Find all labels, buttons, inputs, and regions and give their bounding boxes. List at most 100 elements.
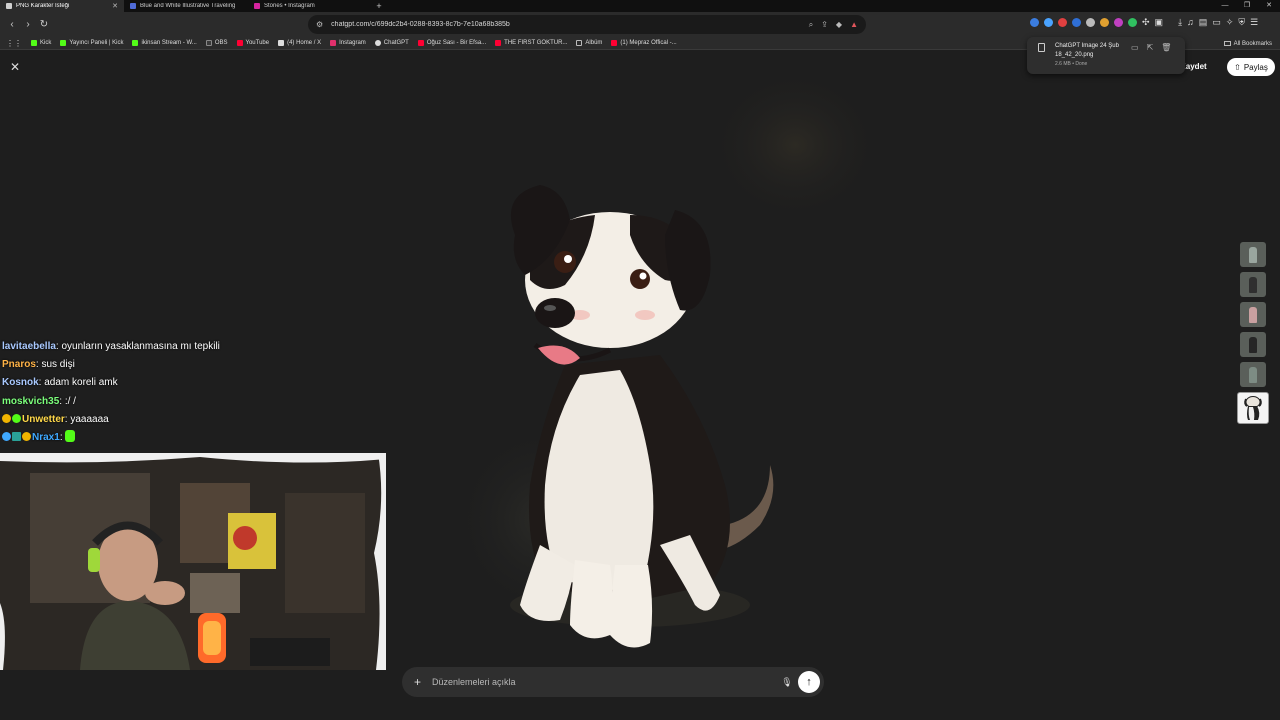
emote-icon	[65, 430, 76, 443]
close-tab-icon[interactable]: ✕	[112, 2, 118, 10]
bookmark-item[interactable]: ChatGPT	[374, 40, 409, 46]
browser-toolbar: ‹ › ↻ ⚙ chatgpt.com/c/699dc2b4-0288-8393…	[0, 12, 1280, 37]
minimize-icon[interactable]: —	[1214, 0, 1236, 12]
thumbnail[interactable]	[1240, 332, 1266, 357]
bookmark-item[interactable]: (1) Mepraz Offical -...	[611, 40, 677, 46]
extension-icon[interactable]	[1044, 18, 1053, 27]
menu-icon[interactable]: ☰	[1250, 18, 1258, 27]
thumbnail-figure	[1249, 306, 1257, 323]
bookmark-label: Yayıncı Paneli | Kick	[69, 40, 124, 46]
share-button[interactable]: ⇧ Paylaş	[1227, 58, 1275, 76]
all-bookmarks-button[interactable]: All Bookmarks	[1223, 37, 1272, 50]
puzzle-icon[interactable]: ✣	[1142, 18, 1150, 27]
back-icon[interactable]: ‹	[4, 19, 20, 30]
chat-text: :/ /	[64, 395, 76, 407]
url-text[interactable]: chatgpt.com/c/699dc2b4-0288-8393-8c7b-7e…	[331, 21, 801, 28]
extension-icon[interactable]	[1072, 18, 1081, 27]
all-bookmarks-label: All Bookmarks	[1233, 40, 1272, 47]
close-window-icon[interactable]: ✕	[1258, 0, 1280, 12]
download-popup: ChatGPT Image 24 Şub 18_42_20.png 2.6 MB…	[1027, 37, 1185, 74]
send-button[interactable]: ↑	[798, 671, 820, 693]
bookmark-item[interactable]: Instagram	[330, 40, 366, 46]
thumbnail-figure	[1249, 276, 1257, 293]
ai-icon[interactable]: ✧	[1226, 18, 1234, 27]
extension-icon[interactable]	[1086, 18, 1095, 27]
delete-icon[interactable]: 🗑	[1161, 43, 1171, 52]
shield-vpn-icon[interactable]: ⛨	[1238, 18, 1245, 27]
extension-icon[interactable]	[1128, 18, 1137, 27]
bookmark-label: YouTube	[245, 40, 270, 46]
extension-icon[interactable]	[1058, 18, 1067, 27]
bookmark-favicon-icon	[236, 40, 243, 46]
bookmark-item[interactable]: Yayıncı Paneli | Kick	[60, 40, 123, 46]
bookmark-folder[interactable]: Albüm	[576, 40, 602, 46]
thumbnail[interactable]	[1240, 272, 1266, 297]
thumbnail[interactable]	[1240, 362, 1266, 387]
webcam-overlay	[0, 453, 386, 670]
bookmark-item[interactable]: YouTube	[236, 40, 270, 46]
microphone-icon[interactable]: 🎙	[776, 677, 798, 688]
download-icon[interactable]: ⤓	[1178, 18, 1182, 27]
chat-message: Nrax1:	[2, 429, 220, 447]
edit-prompt-input[interactable]	[432, 677, 776, 687]
bookmark-label: Instagram	[339, 40, 366, 46]
download-file-name[interactable]: ChatGPT Image 24 Şub 18_42_20.png	[1055, 42, 1127, 60]
file-icon	[1038, 43, 1045, 52]
tab-instagram[interactable]: Stories • Instagram	[248, 0, 372, 12]
instagram-favicon-icon	[254, 3, 260, 9]
address-bar[interactable]: ⚙ chatgpt.com/c/699dc2b4-0288-8393-8c7b-…	[308, 15, 866, 34]
bookmark-item[interactable]: THE FIRST GOKTUR...	[495, 40, 567, 46]
new-tab-button[interactable]: +	[372, 0, 386, 12]
extension-icon[interactable]	[1114, 18, 1123, 27]
apps-grid-icon[interactable]: ⋮⋮	[6, 39, 22, 48]
bookmark-item[interactable]: Kick	[31, 40, 51, 46]
chat-message: moskvich35: :/ /	[2, 395, 76, 407]
dog-illustration	[510, 185, 774, 648]
bookmark-favicon-icon	[417, 40, 424, 46]
close-viewer-icon[interactable]: ✕	[10, 60, 20, 74]
thumbnail[interactable]	[1240, 302, 1266, 327]
zoom-icon[interactable]: ⌕	[809, 20, 813, 30]
window-controls: — ❐ ✕	[1214, 0, 1280, 12]
badge-icon	[22, 432, 31, 442]
sidebar-icon[interactable]: ▣	[1155, 18, 1164, 27]
chat-text: adam koreli amk	[44, 377, 118, 389]
bookmark-label: Oğuz Sası - Bir Efsa...	[426, 40, 487, 46]
badge-icon	[2, 413, 11, 423]
bookmark-label: Kick	[40, 40, 52, 46]
show-in-folder-icon[interactable]: ▭	[1131, 43, 1139, 52]
extensions-area: ✣ ▣ ⤓ ♫ ▤ ▭ ✧ ⛨ ☰	[1030, 18, 1258, 27]
thumbnail-selected[interactable]	[1237, 392, 1269, 424]
media-icon[interactable]: ♫	[1187, 18, 1194, 27]
tab-png-karakter[interactable]: PNG Karakter İsteği ✕	[0, 0, 124, 12]
generated-image	[470, 165, 810, 665]
wallet-icon[interactable]: ▭	[1212, 18, 1221, 27]
bookmark-label: Albüm	[585, 40, 603, 46]
extension-icon[interactable]	[1030, 18, 1039, 27]
bookmark-item[interactable]: OBS	[205, 40, 228, 46]
download-status: 2.6 MB • Done	[1055, 61, 1088, 67]
alert-icon[interactable]: ▲	[850, 20, 858, 29]
badge-icon	[12, 413, 21, 423]
folder-icon	[576, 40, 583, 46]
reload-icon[interactable]: ↻	[36, 19, 52, 30]
open-external-icon[interactable]: ⇱	[1147, 43, 1154, 52]
forward-icon[interactable]: ›	[20, 19, 36, 30]
thumbnail-figure	[1249, 246, 1257, 263]
bookmark-item[interactable]: ikinsan Stream - W...	[132, 40, 197, 46]
chat-username: lavitaebella	[2, 341, 56, 352]
site-info-icon[interactable]: ⚙	[316, 20, 323, 29]
maximize-icon[interactable]: ❐	[1236, 0, 1258, 12]
share-page-icon[interactable]: ⇪	[821, 20, 828, 29]
add-attachment-icon[interactable]: +	[414, 675, 432, 689]
reading-list-icon[interactable]: ▤	[1199, 18, 1208, 27]
chat-username: Nrax1	[32, 432, 60, 444]
bookmark-item[interactable]: (4) Home / X	[278, 40, 321, 46]
shield-icon[interactable]: ◆	[836, 20, 842, 29]
chat-text: sus dişi	[41, 359, 75, 371]
canva-favicon-icon	[130, 3, 136, 9]
bookmark-item[interactable]: Oğuz Sası - Bir Efsa...	[417, 40, 487, 46]
thumbnail[interactable]	[1240, 242, 1266, 267]
extension-icon[interactable]	[1100, 18, 1109, 27]
tab-blue-white[interactable]: Blue and White Illustrative Traveling	[124, 0, 248, 12]
